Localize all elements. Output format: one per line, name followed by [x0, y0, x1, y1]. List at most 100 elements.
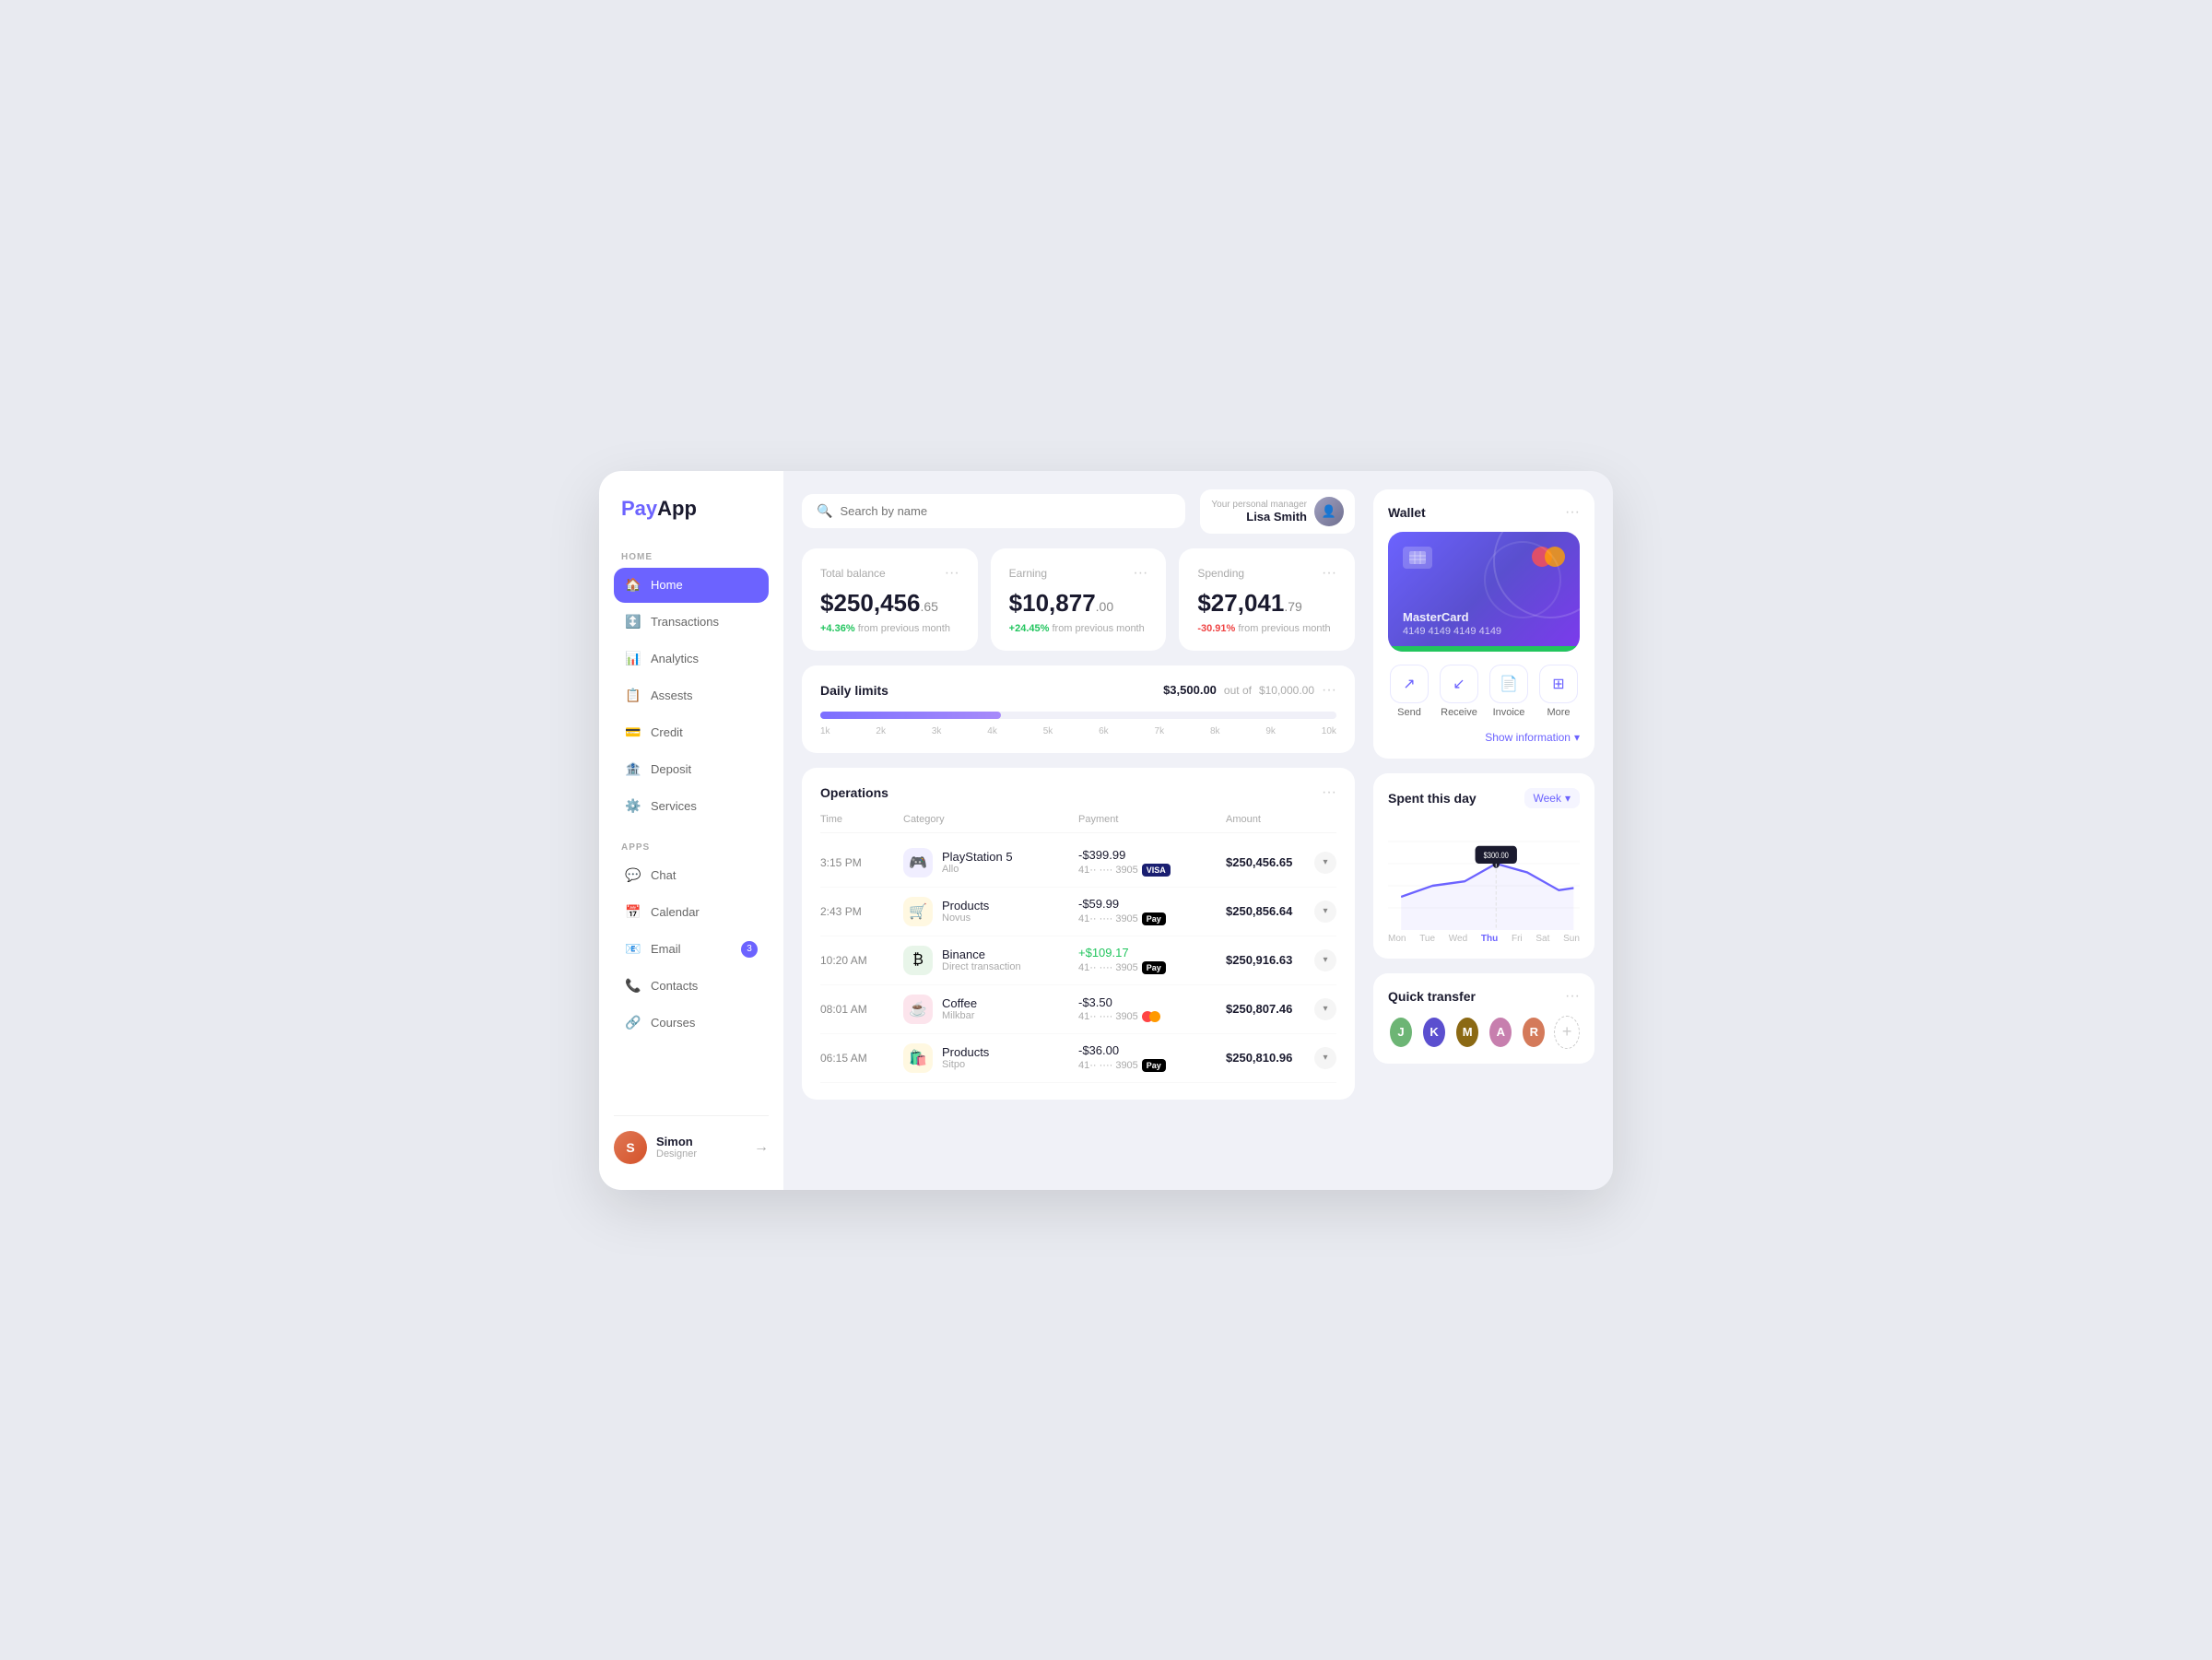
stat-more-btn[interactable]: ··· [945, 565, 959, 582]
wallet-more-btn[interactable]: ··· [1565, 504, 1580, 521]
ops-payment: -$399.99 41·· ···· 3905 VISA [1078, 848, 1226, 877]
services-icon: ⚙️ [625, 798, 641, 815]
stat-more-btn[interactable]: ··· [1322, 565, 1336, 582]
email-badge: 3 [741, 941, 758, 958]
expand-row-btn[interactable]: ▾ [1314, 901, 1336, 923]
sidebar-item-chat[interactable]: 💬 Chat [614, 858, 769, 893]
stat-title: Total balance ··· [820, 565, 959, 582]
logo-pay: Pay [621, 497, 657, 520]
col-category: Category [903, 814, 1078, 825]
ops-rows: 3:15 PM 🎮 PlayStation 5 Allo -$399.99 41… [820, 839, 1336, 1083]
expand-row-btn[interactable]: ▾ [1314, 852, 1336, 874]
sidebar-item-transactions[interactable]: ↕️ Transactions [614, 605, 769, 640]
wallet-invoice-btn[interactable]: 📄 Invoice [1488, 665, 1530, 718]
transfer-more-btn[interactable]: ··· [1565, 988, 1580, 1005]
ops-cat-icon: 🛍️ [903, 1043, 933, 1073]
expand-row-btn[interactable]: ▾ [1314, 1047, 1336, 1069]
show-info-btn[interactable]: Show information ▾ [1388, 727, 1580, 744]
sidebar-item-assests[interactable]: 📋 Assests [614, 678, 769, 713]
ops-cat-name: Products [942, 899, 989, 912]
sidebar-item-deposit[interactable]: 🏦 Deposit [614, 752, 769, 787]
credit-icon: 💳 [625, 724, 641, 741]
ops-pay-amount: -$399.99 [1078, 848, 1226, 862]
contacts-icon: 📞 [625, 978, 641, 995]
transfer-avatar[interactable]: A [1488, 1016, 1513, 1049]
table-row[interactable]: 2:43 PM 🛒 Products Novus -$59.99 41·· ··… [820, 888, 1336, 936]
col-time: Time [820, 814, 903, 825]
wallet-receive-btn[interactable]: ↙ Receive [1438, 665, 1480, 718]
sidebar-item-courses[interactable]: 🔗 Courses [614, 1006, 769, 1041]
limit-tick: 4k [987, 726, 997, 736]
sidebar-item-calendar[interactable]: 📅 Calendar [614, 895, 769, 930]
table-row[interactable]: 3:15 PM 🎮 PlayStation 5 Allo -$399.99 41… [820, 839, 1336, 888]
table-row[interactable]: 06:15 AM 🛍️ Products Sitpo -$36.00 41·· … [820, 1034, 1336, 1083]
transfer-avatar[interactable]: K [1421, 1016, 1447, 1049]
ops-cat-sub: Allo [942, 864, 1013, 875]
table-row[interactable]: 10:20 AM ₿ Binance Direct transaction +$… [820, 936, 1336, 985]
sidebar-item-home[interactable]: 🏠 Home [614, 568, 769, 603]
sidebar-item-credit[interactable]: 💳 Credit [614, 715, 769, 750]
send-label: Send [1397, 707, 1421, 718]
ops-time: 3:15 PM [820, 856, 903, 869]
sidebar-item-contacts[interactable]: 📞 Contacts [614, 969, 769, 1004]
spent-chart: $300.00 [1388, 819, 1580, 930]
stat-change: -30.91% from previous month [1197, 623, 1336, 634]
analytics-icon: 📊 [625, 651, 641, 667]
pm-text: Your personal manager Lisa Smith [1211, 500, 1307, 524]
more-label: More [1547, 707, 1570, 718]
ops-pay-card: 41·· ···· 3905 Pay [1078, 912, 1226, 925]
expand-row-btn[interactable]: ▾ [1314, 998, 1336, 1020]
logout-button[interactable]: → [754, 1139, 769, 1156]
card-number: 4149 4149 4149 4149 [1403, 626, 1565, 637]
applepay-badge: Pay [1142, 1059, 1166, 1072]
stat-change: +24.45% from previous month [1009, 623, 1148, 634]
chevron-down-icon-week: ▾ [1565, 792, 1571, 805]
ops-time: 08:01 AM [820, 1003, 903, 1016]
week-button[interactable]: Week ▾ [1524, 788, 1581, 808]
search-input[interactable] [840, 504, 1171, 518]
transfer-avatar[interactable]: R [1521, 1016, 1547, 1049]
ops-cat-name: Binance [942, 948, 1021, 961]
ops-table-header: Time Category Payment Amount [820, 814, 1336, 833]
stat-cents: .65 [920, 599, 937, 614]
wallet-send-btn[interactable]: ↗ Send [1388, 665, 1430, 718]
wallet-card: Wallet ··· MasterCard [1373, 489, 1594, 759]
nav-section-home: HOME [614, 543, 769, 568]
chart-wrap: $300.00 [1388, 819, 1580, 930]
logo-app: App [657, 497, 697, 520]
sidebar-label-contacts: Contacts [651, 979, 698, 993]
transfer-avatars: JKMAR+ [1388, 1016, 1580, 1049]
ops-payment: +$109.17 41·· ···· 3905 Pay [1078, 946, 1226, 974]
table-row[interactable]: 08:01 AM ☕ Coffee Milkbar -$3.50 41·· ··… [820, 985, 1336, 1034]
sidebar-item-email[interactable]: 📧 Email3 [614, 932, 769, 967]
stat-more-btn[interactable]: ··· [1133, 565, 1147, 582]
limits-more-btn[interactable]: ··· [1322, 682, 1336, 699]
assests-icon: 📋 [625, 688, 641, 704]
limit-tick: 5k [1043, 726, 1053, 736]
sidebar-item-analytics[interactable]: 📊 Analytics [614, 642, 769, 677]
transfer-avatar[interactable]: J [1388, 1016, 1414, 1049]
add-transfer-button[interactable]: + [1554, 1016, 1580, 1049]
limits-max: $10,000.00 [1259, 684, 1314, 697]
ops-time: 2:43 PM [820, 905, 903, 918]
col-amount: Amount [1226, 814, 1336, 825]
ops-time: 06:15 AM [820, 1052, 903, 1065]
spent-title: Spent this day [1388, 791, 1477, 806]
personal-manager: Your personal manager Lisa Smith 👤 [1200, 489, 1355, 534]
limits-bar-fill [820, 712, 1001, 719]
sidebar-label-chat: Chat [651, 868, 676, 882]
expand-row-btn[interactable]: ▾ [1314, 949, 1336, 971]
wallet-more-action-btn[interactable]: ⊞ More [1537, 665, 1580, 718]
pm-avatar: 👤 [1314, 497, 1344, 526]
limit-tick: 9k [1265, 726, 1276, 736]
sidebar-item-services[interactable]: ⚙️ Services [614, 789, 769, 824]
email-icon: 📧 [625, 941, 641, 958]
chart-day-label: Tue [1419, 934, 1435, 944]
transfer-avatar[interactable]: M [1454, 1016, 1480, 1049]
receive-icon: ↙ [1440, 665, 1478, 703]
col-payment: Payment [1078, 814, 1226, 825]
stat-cents: .00 [1096, 599, 1113, 614]
search-bar: 🔍 [802, 494, 1185, 528]
ops-more-btn[interactable]: ··· [1322, 784, 1336, 801]
nav-section-apps: APPS [614, 833, 769, 858]
